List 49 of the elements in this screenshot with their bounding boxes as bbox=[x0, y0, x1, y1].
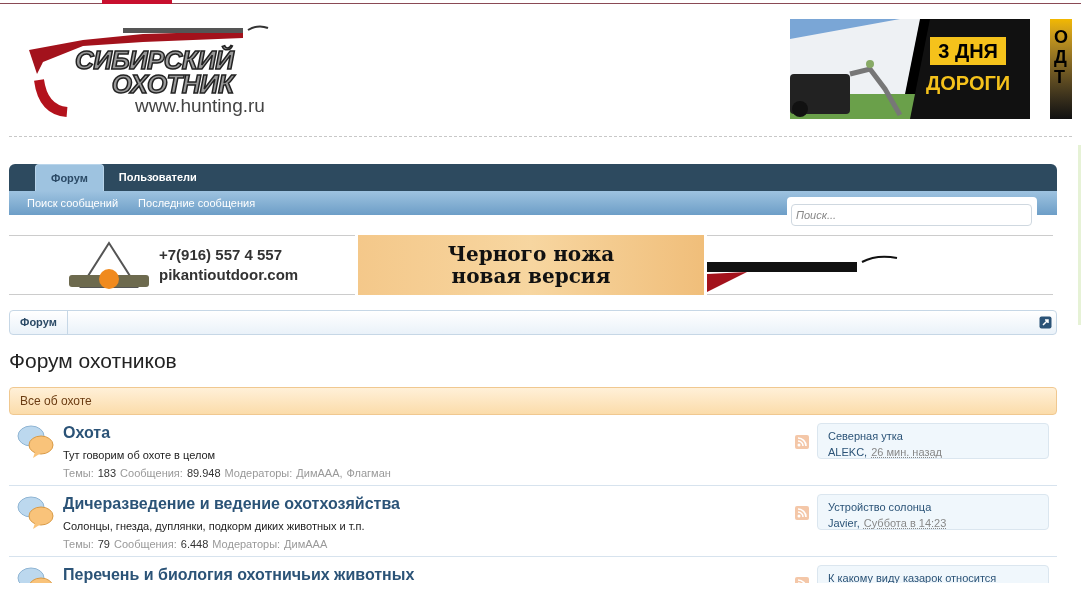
banner-phone: +7(916) 557 4 557 bbox=[159, 245, 284, 265]
logo-title: ОХОТНИК bbox=[111, 72, 234, 96]
chat-bubbles-icon bbox=[17, 423, 55, 459]
last-post-author-link[interactable]: ALEKC, bbox=[828, 444, 868, 460]
stat-label: Темы: bbox=[63, 466, 94, 481]
forum-description: Тут говорим об охоте в целом bbox=[63, 448, 217, 463]
nav-tab[interactable]: Пользователи bbox=[103, 164, 212, 191]
advertisement-banner[interactable] bbox=[707, 235, 1053, 295]
nav-tab[interactable]: Форум bbox=[35, 164, 104, 191]
ad-text: 3 ДНЯ bbox=[930, 37, 1006, 65]
tent-logo-icon bbox=[67, 239, 151, 291]
ad-text: О bbox=[1054, 27, 1069, 47]
last-post-title-link[interactable]: Северная утка bbox=[828, 428, 1038, 444]
advertisement-banner[interactable]: +7(916) 557 4 557 pikantioutdoor.com bbox=[9, 235, 355, 295]
advertisement-banner[interactable]: 3 ДНЯ ДОРОГИ bbox=[790, 19, 1030, 119]
page-title: Форум охотников bbox=[9, 348, 178, 374]
banner-website: pikantioutdoor.com bbox=[159, 265, 299, 285]
last-post-author-link[interactable]: Javier, bbox=[828, 515, 860, 531]
stat-label: Модераторы: bbox=[224, 466, 293, 481]
stat-label: Модераторы: bbox=[212, 537, 281, 552]
forum-title-link[interactable]: Перечень и биология охотничьих животных bbox=[63, 565, 795, 583]
category-header: Все об охоте bbox=[9, 387, 1057, 415]
ad-text: Т bbox=[1054, 67, 1066, 87]
ad-text: Д bbox=[1054, 47, 1068, 67]
search-field[interactable]: Поиск... bbox=[791, 204, 1032, 226]
top-accent-bar bbox=[102, 0, 172, 4]
stat-label: Сообщения: bbox=[114, 537, 177, 552]
banner-text: Черного ножа bbox=[447, 243, 615, 265]
rss-icon[interactable] bbox=[795, 435, 809, 449]
forum-title-link[interactable]: Дичеразведение и ведение охотхозяйства bbox=[63, 494, 795, 514]
stat-value: 183 bbox=[97, 466, 117, 481]
forum-title-link[interactable]: Охота bbox=[63, 423, 795, 443]
stat-value: 6.448 bbox=[180, 537, 209, 552]
rss-icon[interactable] bbox=[795, 506, 809, 520]
stat-label: Темы: bbox=[63, 537, 94, 552]
last-post-title-link[interactable]: Устройство солонца bbox=[828, 499, 1038, 515]
stat-label: Сообщения: bbox=[120, 466, 183, 481]
logo-url: www.hunting.ru bbox=[135, 96, 265, 116]
advertisement-banner[interactable]: Черного ножа новая версия bbox=[358, 235, 704, 295]
site-logo[interactable]: СИБИРСКИЙ ОХОТНИК www.hunting.ru bbox=[23, 22, 293, 122]
stat-value: 79 bbox=[97, 537, 110, 552]
external-link-icon[interactable] bbox=[1039, 316, 1052, 329]
stat-value: 89.948 bbox=[186, 466, 221, 481]
forum-description: Солонцы, гнезда, дуплянки, подкорм диких животных и т.п. bbox=[63, 519, 366, 534]
breadcrumb-link[interactable]: Форум bbox=[10, 311, 68, 334]
chat-bubbles-icon bbox=[17, 494, 55, 530]
ad-text: ДОРОГИ bbox=[925, 71, 1012, 96]
advertisement-banner[interactable]: О Д Т bbox=[1050, 19, 1072, 119]
banner-text: новая версия bbox=[451, 265, 611, 287]
